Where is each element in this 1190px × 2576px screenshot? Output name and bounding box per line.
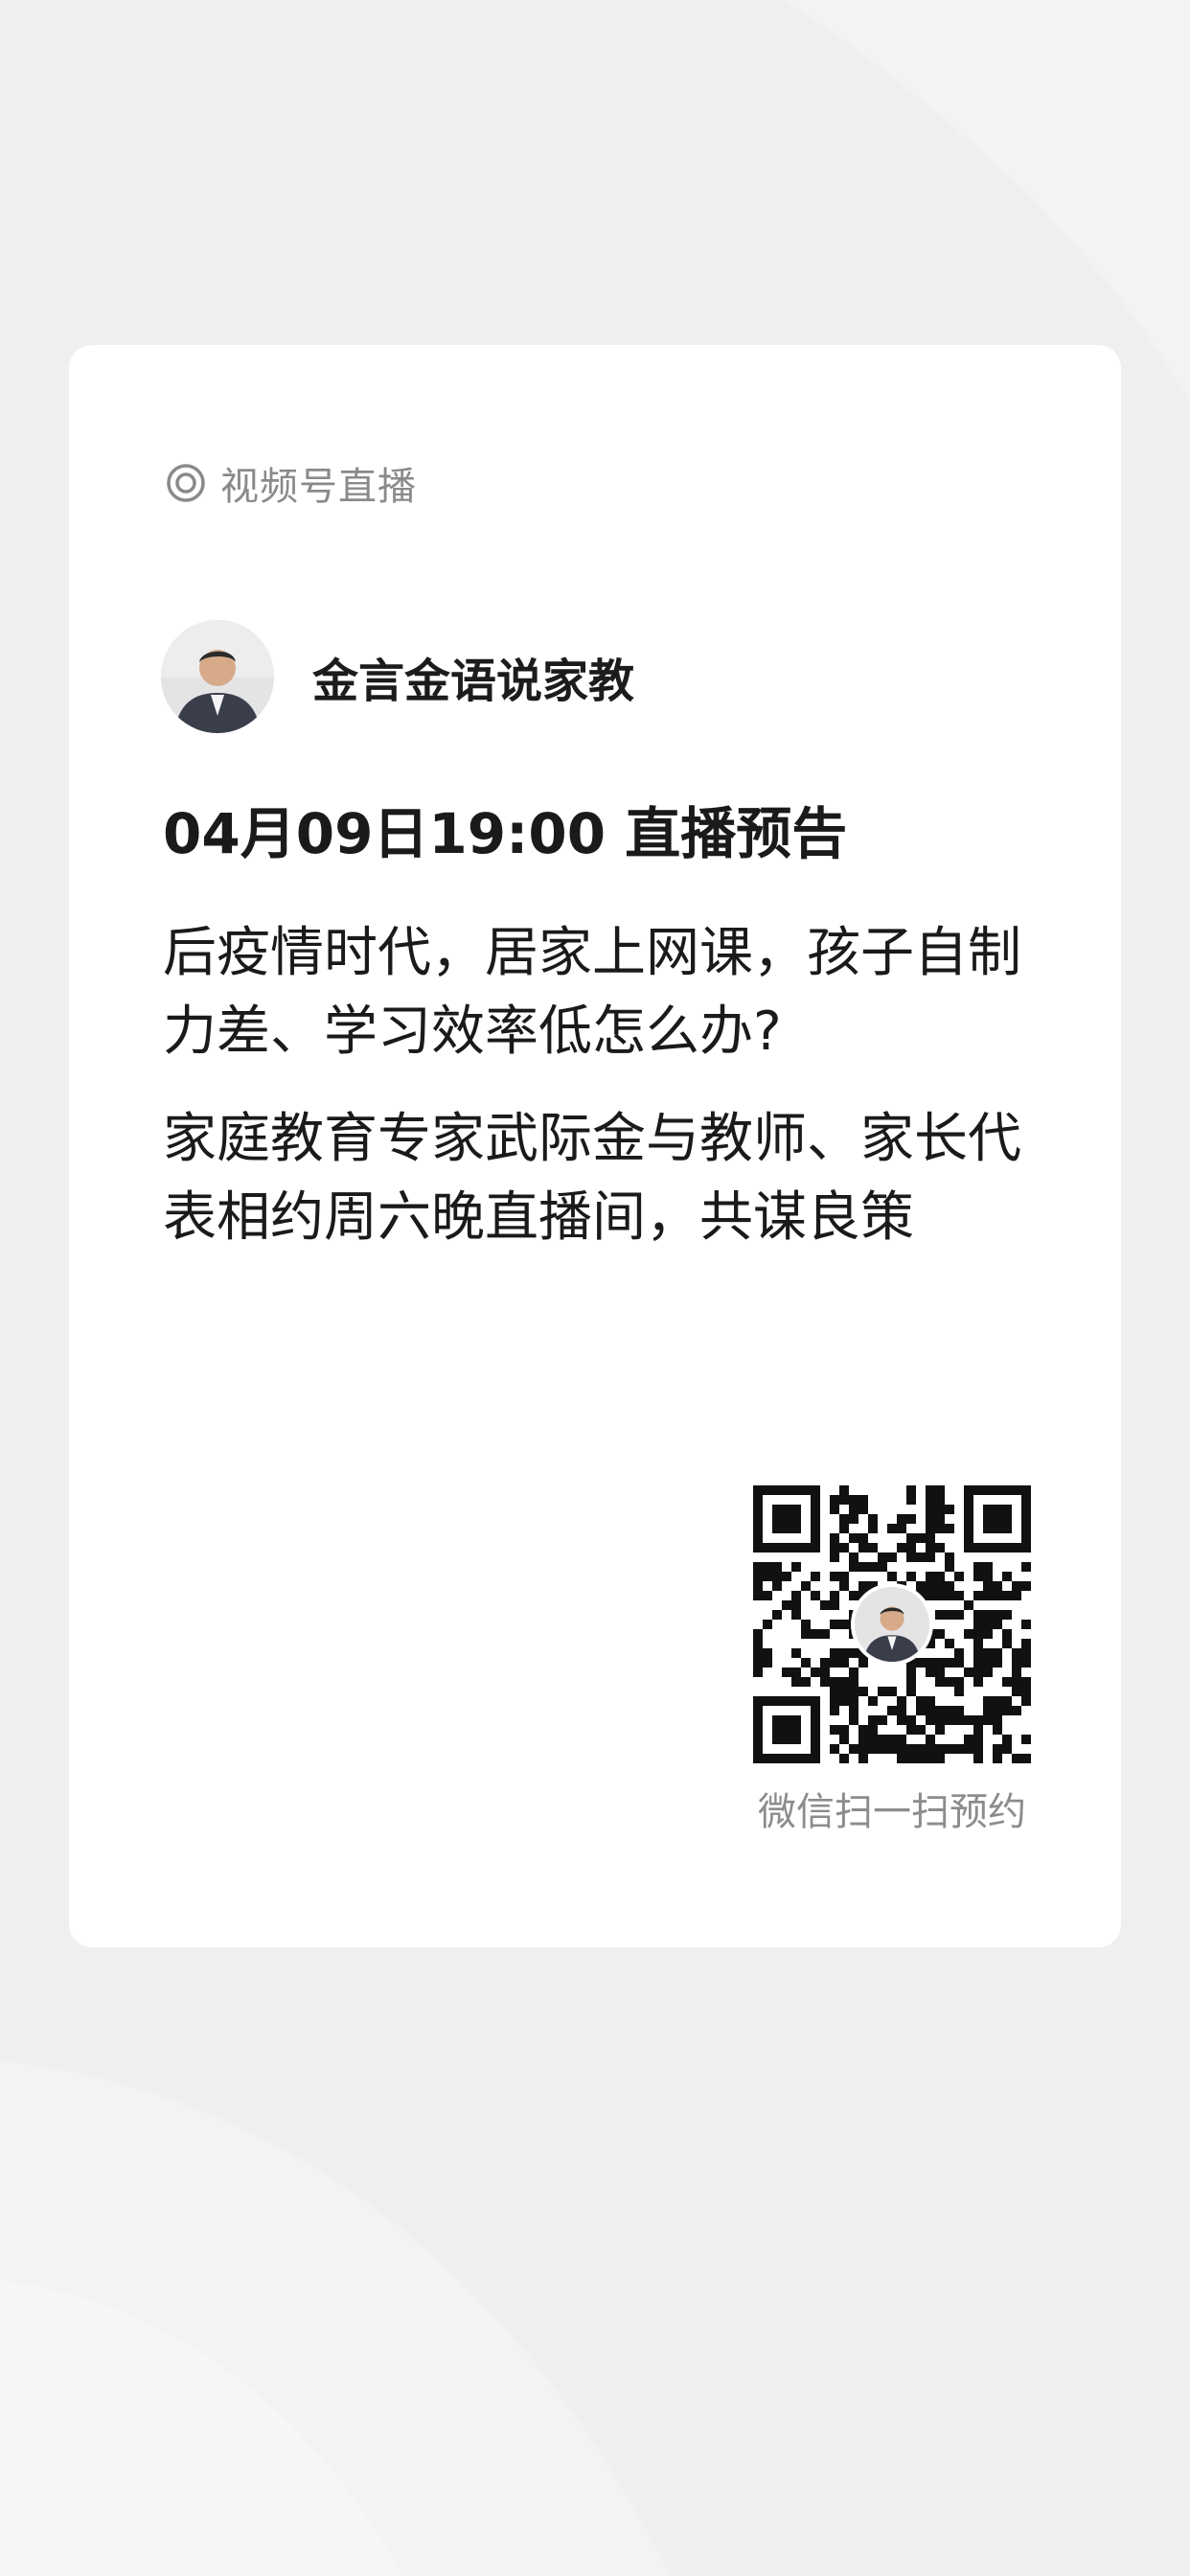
broadcast-description-detail: 家庭教育专家武际金与教师、家长代表相约周六晚直播间，共谋良策: [163, 1108, 1021, 1249]
broadcast-description: 后疫情时代，居家上网课，孩子自制力差、学习效率低怎么办?: [163, 922, 1021, 1063]
live-broadcast-icon: [165, 462, 207, 504]
broadcast-title: 04月09日19:00 直播预告: [163, 801, 848, 866]
author-avatar: [161, 620, 274, 733]
channel-tag-label: 视频号直播: [220, 465, 417, 509]
qr-code: [753, 1485, 1031, 1763]
channel-tag: 视频号直播: [165, 460, 417, 509]
author-info: 金言金语说家教: [161, 619, 634, 734]
qr-caption: 微信扫一扫预约: [758, 1790, 1026, 1834]
qr-center-avatar: [851, 1583, 933, 1666]
author-name: 金言金语说家教: [312, 655, 635, 708]
live-preview-card: 视频号直播 金言金语说家教 04月09日19:00 直播预告 后疫情时代，居家上…: [69, 345, 1121, 1947]
